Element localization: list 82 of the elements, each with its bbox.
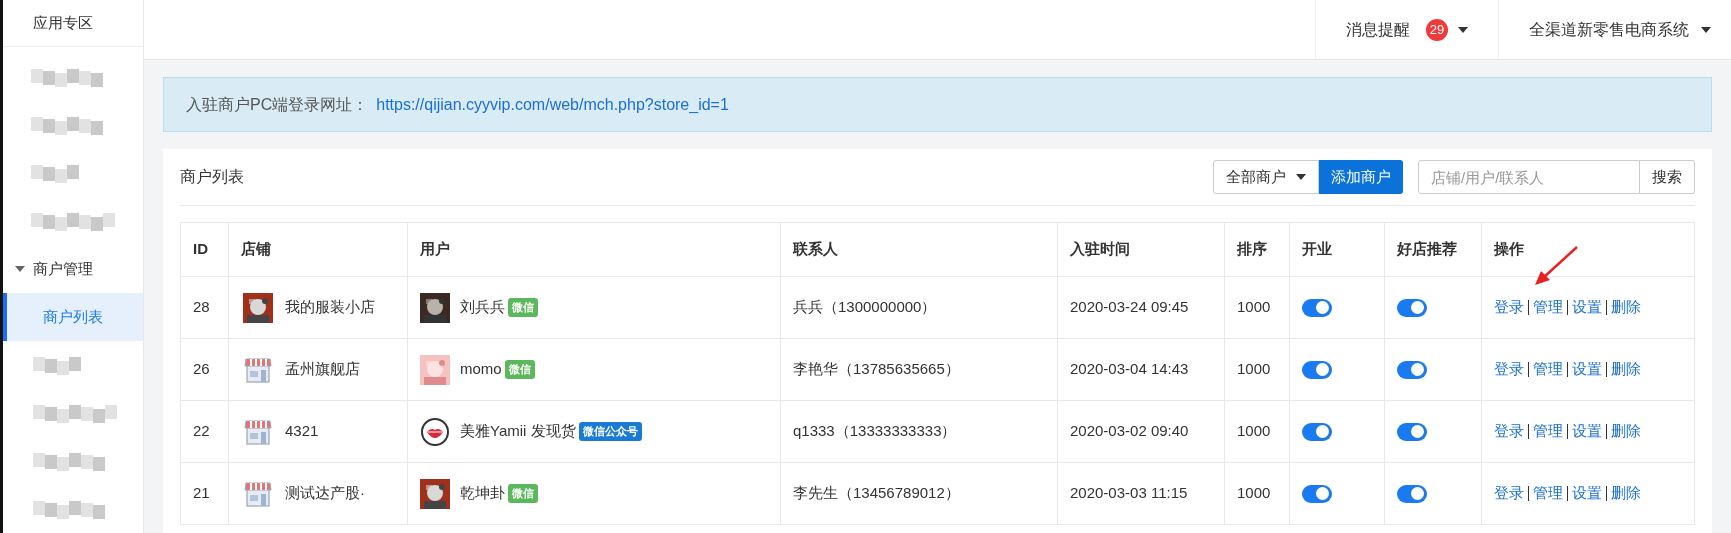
action-link[interactable]: 登录 [1494,420,1524,443]
table-cell: 兵兵（1300000000） [780,276,1058,339]
count-badge: 29 [1426,18,1448,41]
lips-logo-icon [420,416,450,447]
column-header: 联系人 [780,222,1058,277]
toggle-switch[interactable] [1302,422,1332,441]
column-header: 操作 [1481,222,1695,277]
table-cell: 26 [180,338,229,401]
action-link[interactable]: 删除 [1611,482,1641,505]
annotation-arrow [1533,245,1579,287]
column-header: ID [180,222,229,277]
action-link[interactable]: 管理 [1533,296,1563,319]
table-cell: 2020-03-02 09:40 [1057,400,1225,463]
store-name: 测试达产股· [285,483,365,504]
caret-icon [1458,26,1468,33]
platform-tag: 微信 [508,484,538,503]
search-field[interactable]: 店铺/用户/联系人 [1418,160,1640,194]
store-name: 孟州旗舰店 [285,359,360,380]
pixelated-label-drawing [30,163,81,183]
platform-tag: 微信 [508,298,538,317]
pixelated-label-drawing [32,355,83,375]
column-header: 开业 [1289,222,1385,277]
table-cell: 2020-03-24 09:45 [1057,276,1225,339]
login-url-link[interactable]: https://qijian.cyyvip.com/web/mch.php?store_id=1 [376,92,729,117]
toggle-switch[interactable] [1397,422,1427,441]
platform-tag: 微信公众号 [578,422,642,441]
platform-tag: 微信 [504,360,535,379]
table-cell: 2020-03-03 11:15 [1057,462,1225,525]
account-menu[interactable]: 全渠道新零售电商系统 [1498,0,1731,59]
column-header: 店铺 [228,222,408,277]
action-link[interactable]: 删除 [1611,358,1641,381]
table-cell: 李先生（13456789012） [780,462,1058,525]
table-cell: q1333（13333333333） [780,400,1058,463]
toggle-switch[interactable] [1397,298,1427,317]
table-cell: 22 [180,400,229,463]
user-name: 美雅Yamii 发现货 [460,421,576,442]
toggle-switch[interactable] [1397,484,1427,503]
action-link[interactable]: 登录 [1494,358,1524,381]
store-name: 4321 [285,421,319,442]
table-cell: 1000 [1224,338,1290,401]
action-link[interactable]: 管理 [1533,358,1563,381]
table-cell: 28 [180,276,229,339]
toggle-switch[interactable] [1397,360,1427,379]
notifications-menu[interactable]: 消息提醒 29 [1315,0,1498,59]
table-cell: 2020-03-04 14:43 [1057,338,1225,401]
action-link[interactable]: 设置 [1572,358,1602,381]
action-link[interactable]: 管理 [1533,420,1563,443]
store-name: 我的服装小店 [285,297,375,318]
search-button[interactable]: 搜索 [1640,160,1695,194]
column-header: 用户 [407,222,781,277]
caret-icon [1701,26,1711,33]
toggle-switch[interactable] [1302,298,1332,317]
user-name: momo [460,359,502,380]
sidebar-group[interactable]: 商户管理 [2,245,143,293]
action-link[interactable]: 设置 [1572,296,1602,319]
action-link[interactable]: 管理 [1533,482,1563,505]
column-header: 入驻时间 [1057,222,1225,277]
action-link[interactable]: 登录 [1494,482,1524,505]
action-link[interactable]: 设置 [1572,420,1602,443]
action-link[interactable]: 登录 [1494,296,1524,319]
sidebar-item[interactable]: 商户列表 [2,293,143,341]
caret-icon [1296,174,1306,180]
user-name: 刘兵兵 [460,297,505,318]
table-cell: 1000 [1224,462,1290,525]
panel-title: 商户列表 [180,167,245,187]
filter-dropdown[interactable]: 全部商户 [1213,160,1319,194]
table-cell: 1000 [1224,276,1290,339]
user-name: 乾坤卦 [460,483,505,504]
column-header: 好店推荐 [1384,222,1482,277]
table-cell: 1000 [1224,400,1290,463]
table-cell: 21 [180,462,229,525]
notice-text: 入驻商户PC端登录网址： [186,94,369,115]
table-cell: 李艳华（13785635665） [780,338,1058,401]
column-header: 排序 [1224,222,1290,277]
caret-icon [14,266,25,272]
action-link[interactable]: 设置 [1572,482,1602,505]
sidebar-title: 应用专区 [32,12,93,33]
action-link[interactable]: 删除 [1611,296,1641,319]
action-link[interactable]: 删除 [1611,420,1641,443]
toggle-switch[interactable] [1302,360,1332,379]
add-merchant-button[interactable]: 添加商户 [1319,160,1403,194]
toggle-switch[interactable] [1302,484,1332,503]
